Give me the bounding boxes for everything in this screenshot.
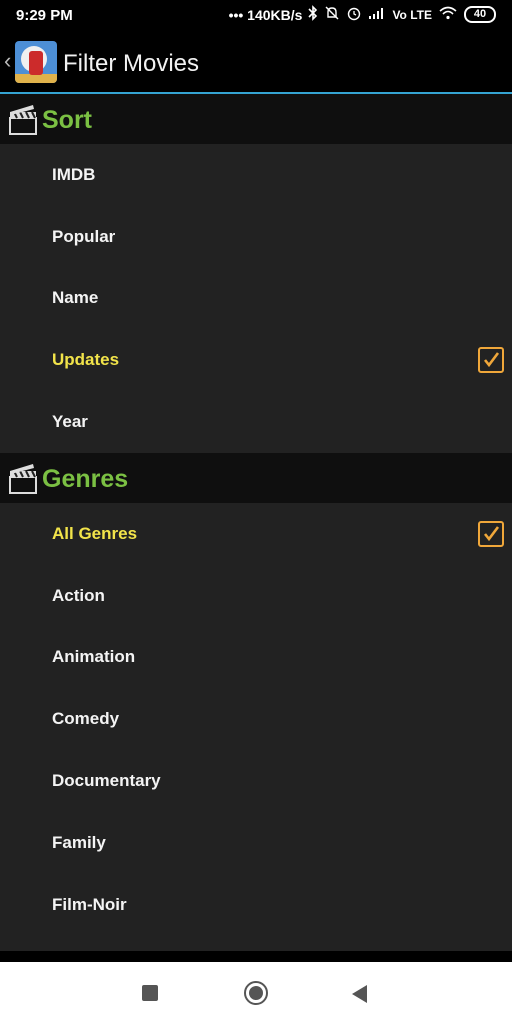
- checkbox-checked-icon[interactable]: [478, 520, 504, 547]
- status-icons: ••• 140KB/s Vo LTE 40: [229, 5, 496, 24]
- list-item-label: Action: [52, 585, 105, 605]
- list-item-label: IMDB: [52, 164, 96, 184]
- section-header-sort: Sort: [0, 94, 512, 144]
- list-item[interactable]: Comedy: [0, 688, 512, 750]
- list-item[interactable]: Family: [0, 812, 512, 874]
- network-speed: ••• 140KB/s: [228, 6, 303, 23]
- status-time: 9:29 PM: [16, 7, 73, 24]
- list-item[interactable]: Documentary: [0, 750, 512, 812]
- list-item-label: Comedy: [52, 709, 120, 729]
- action-bar: ‹ Filter Movies: [0, 32, 512, 92]
- list-item[interactable]: Updates: [0, 329, 512, 391]
- back-triangle-icon[interactable]: [352, 985, 367, 1003]
- list-item[interactable]: Popular: [0, 206, 512, 268]
- list-item-label: Name: [52, 288, 99, 308]
- alarm-icon: [346, 5, 362, 24]
- sort-list: IMDB Popular Name Updates Year: [0, 144, 512, 453]
- list-item-label: Family: [52, 832, 106, 852]
- signal-icon: [368, 6, 386, 23]
- home-icon[interactable]: [244, 981, 268, 1005]
- list-item[interactable]: Year: [0, 391, 512, 453]
- clapperboard-icon: [8, 104, 38, 141]
- navigation-bar: [0, 962, 512, 1024]
- list-item[interactable]: All Genres: [0, 503, 512, 565]
- volte-label: Vo LTE: [392, 7, 432, 22]
- recents-icon[interactable]: [142, 985, 158, 1001]
- checkbox-checked-icon[interactable]: [478, 347, 504, 374]
- list-item[interactable]: Action: [0, 565, 512, 627]
- list-item-label: Animation: [52, 647, 136, 667]
- mute-bell-icon: [324, 5, 340, 24]
- genres-list: All Genres Action Animation Comedy Docum…: [0, 503, 512, 951]
- app-logo-icon[interactable]: [15, 41, 57, 83]
- list-item-label: Documentary: [52, 771, 161, 791]
- list-item-label: Film-Noir: [52, 894, 127, 914]
- list-item[interactable]: IMDB: [0, 144, 512, 206]
- list-item-label: Year: [52, 412, 88, 432]
- wifi-icon: [438, 6, 458, 23]
- status-bar: 9:29 PM ••• 140KB/s Vo LTE 40: [0, 0, 512, 32]
- list-item[interactable]: Animation: [0, 627, 512, 689]
- page-title: Filter Movies: [63, 50, 200, 77]
- battery-indicator: 40: [464, 6, 496, 23]
- bluetooth-icon: [308, 5, 318, 24]
- list-item[interactable]: Name: [0, 268, 512, 330]
- clapperboard-icon: [8, 463, 38, 500]
- list-item[interactable]: Film-Noir: [0, 874, 512, 936]
- back-chevron-icon[interactable]: ‹: [4, 48, 11, 74]
- section-title-genres: Genres: [42, 465, 129, 493]
- list-item-label: All Genres: [52, 523, 138, 543]
- list-item-label: Updates: [52, 350, 120, 370]
- section-title-sort: Sort: [42, 106, 92, 134]
- list-item-label: Popular: [52, 226, 116, 246]
- section-header-genres: Genres: [0, 453, 512, 503]
